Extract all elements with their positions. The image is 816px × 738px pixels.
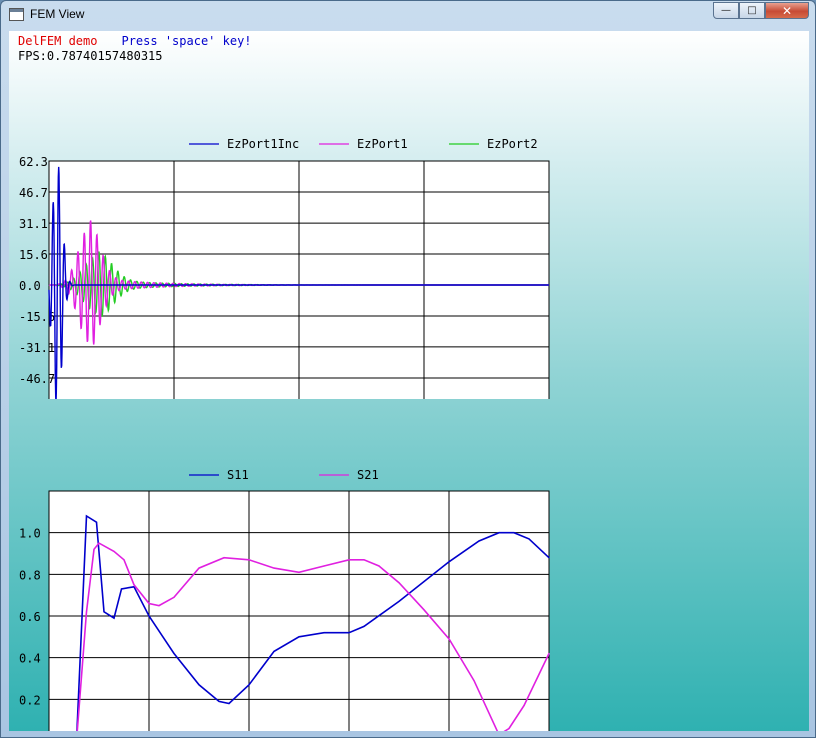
y-tick-label: 0.8	[19, 568, 41, 582]
data-point-s21	[448, 638, 450, 640]
y-tick-label: 31.1	[19, 217, 48, 231]
y-tick-label: 0.6	[19, 610, 41, 624]
data-point-s21	[173, 596, 175, 598]
data-point-s11	[173, 652, 175, 655]
y-tick-label: 46.7	[19, 186, 48, 200]
data-point-s21	[133, 584, 135, 586]
s-parameter-chart: 1.01.21.41.61.82.00.00.20.40.60.81.0S11S…	[19, 468, 550, 731]
data-point-s21	[548, 652, 550, 655]
data-point-s11	[228, 702, 230, 705]
data-point-s11	[398, 600, 400, 603]
fps-readout: FPS:0.78740157480315	[18, 49, 163, 63]
close-icon: ✕	[781, 3, 793, 18]
data-point-s21	[223, 557, 225, 559]
title-bar[interactable]: FEM View — □ ✕	[1, 1, 815, 29]
data-point-s11	[363, 625, 365, 628]
demo-label: DelFEM demo	[18, 34, 98, 48]
data-point-s21	[378, 565, 380, 567]
data-point-s21	[98, 542, 100, 544]
data-point-s11	[448, 561, 450, 563]
data-point-s11	[218, 700, 220, 703]
data-point-s11	[323, 632, 325, 634]
data-point-s11	[85, 515, 88, 517]
data-point-s21	[273, 567, 275, 569]
data-point-s11	[548, 557, 550, 559]
data-point-s21	[398, 582, 400, 584]
y-tick-label: -31.1	[19, 341, 55, 355]
plot-area	[48, 490, 550, 731]
y-tick-label: 62.3	[19, 155, 48, 169]
data-point-s11	[273, 650, 275, 653]
app-window-icon[interactable]	[9, 8, 24, 21]
data-point-s11	[478, 540, 480, 542]
data-point-s21	[348, 559, 350, 561]
y-tick-label: 0.0	[19, 279, 41, 293]
y-tick-label: 15.6	[19, 248, 48, 262]
close-button[interactable]: ✕	[765, 2, 809, 19]
minimize-icon: —	[721, 5, 731, 16]
data-point-s11	[113, 617, 115, 619]
data-point-s21	[148, 602, 150, 605]
minimize-button[interactable]: —	[713, 2, 739, 19]
legend-label: EzPort1Inc	[227, 137, 299, 151]
data-point-s11	[348, 632, 350, 634]
data-point-s21	[113, 550, 115, 553]
data-point-s21	[158, 604, 160, 607]
app-window: FEM View — □ ✕ DelFEM demo Press 'space' …	[0, 0, 816, 738]
legend-label: EzPort1	[357, 137, 408, 151]
data-point-s21	[323, 565, 325, 567]
hud-line-1: DelFEM demo Press 'space' key!	[18, 34, 252, 48]
data-point-s21	[85, 611, 88, 613]
data-point-s21	[363, 559, 365, 561]
data-point-s21	[198, 567, 200, 569]
data-point-s21	[93, 548, 95, 550]
data-point-s11	[120, 588, 123, 590]
maximize-button[interactable]: □	[739, 2, 765, 19]
data-point-s21	[523, 704, 525, 707]
data-point-s21	[423, 609, 425, 611]
y-tick-label: 0.2	[19, 693, 41, 707]
data-point-s11	[95, 521, 98, 523]
data-point-s11	[148, 615, 150, 617]
window-controls: — □ ✕	[713, 2, 809, 21]
data-point-s11	[498, 532, 500, 534]
data-point-s21	[508, 727, 510, 730]
data-point-s11	[528, 538, 530, 540]
gl-canvas[interactable]: DelFEM demo Press 'space' key! FPS:0.7874…	[9, 31, 809, 731]
data-point-s11	[248, 684, 250, 686]
data-point-s21	[298, 571, 300, 573]
y-tick-label: 1.0	[19, 527, 41, 541]
data-point-s21	[473, 679, 475, 682]
legend-label: EzPort2	[487, 137, 538, 151]
y-tick-label: -46.7	[19, 372, 55, 386]
data-point-s21	[248, 559, 250, 561]
time-domain-chart: 0.0750.01500.02250.03000.062.346.731.115…	[19, 137, 550, 399]
legend-label: S11	[227, 468, 249, 482]
data-point-s11	[513, 532, 515, 534]
data-point-s11	[298, 636, 300, 638]
data-point-s11	[103, 611, 105, 613]
window-title: FEM View	[30, 7, 85, 21]
data-point-s21	[123, 559, 125, 561]
legend-label: S21	[357, 468, 379, 482]
instruction-text: Press 'space' key!	[121, 34, 252, 48]
maximize-icon: □	[747, 5, 757, 16]
y-tick-label: 0.4	[19, 652, 41, 666]
data-point-s11	[198, 684, 200, 686]
